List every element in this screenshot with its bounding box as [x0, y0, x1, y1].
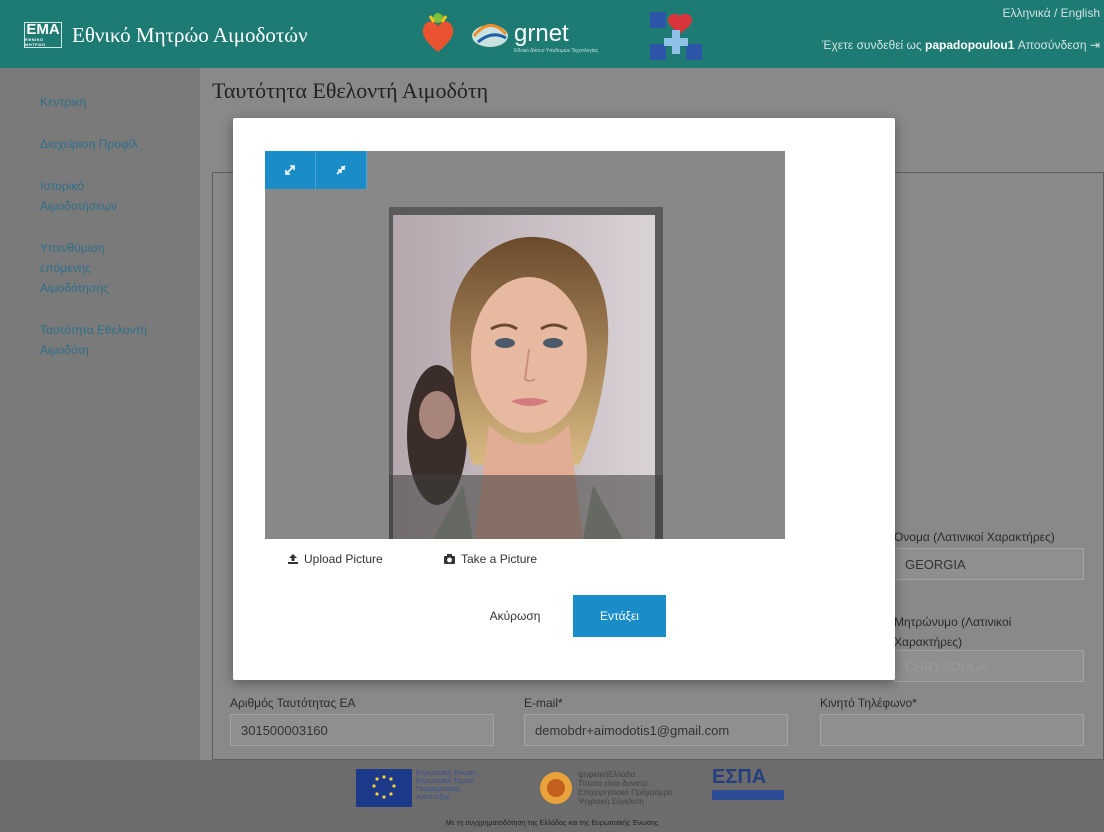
- email-label: E-mail*: [524, 696, 563, 710]
- upload-picture-button[interactable]: Upload Picture: [287, 552, 383, 566]
- mobile-field[interactable]: [820, 714, 1084, 746]
- digital-greece-text: ψηφιακήΕλλάδα Τίποτα είναι δυνατό Επιχει…: [578, 770, 673, 806]
- eu-text: Ευρωπαϊκή Ένωση Ευρωπαϊκό Ταμείο Περιφερ…: [416, 770, 477, 801]
- crop-mask: [389, 475, 663, 539]
- username: papadopoulou1: [925, 38, 1015, 52]
- user-status: Έχετε συνδεθεί ως papadopoulou1 Αποσύνδε…: [822, 38, 1100, 52]
- sidebar: Κεντρική Διαχείριση Προφίλ Ιστορικό Αιμο…: [40, 92, 180, 382]
- ok-button[interactable]: Εντάξει: [573, 595, 666, 637]
- take-picture-button[interactable]: Take a Picture: [443, 552, 537, 566]
- camera-icon: [444, 554, 455, 564]
- app-title: Εθνικό Μητρώο Αιμοδοτών: [72, 22, 308, 47]
- grnet-logo: grnet Εθνικό Δίκτυο Υποδομών Τεχνολογίας: [470, 10, 598, 58]
- language-switch[interactable]: Ελληνικά / English: [1003, 6, 1101, 20]
- shrink-icon: [336, 165, 346, 175]
- mother-name-latin-label: Μητρώνυμο (Λατινικοί Χαρακτήρες): [894, 615, 1012, 649]
- sidebar-item-donor-card[interactable]: Ταυτότητα Εθελοντή Αιμοδότη: [40, 320, 180, 360]
- photo-frame: [389, 207, 663, 539]
- sidebar-item-history[interactable]: Ιστορικό Αιμοδοτήσεων: [40, 176, 180, 216]
- logout-icon[interactable]: ⇥: [1090, 38, 1100, 52]
- first-name-latin-label: Όνομα (Λατινικοί Χαρακτήρες): [894, 530, 1055, 544]
- id-number-field[interactable]: 301500003160: [230, 714, 494, 746]
- eu-flag-logo: [356, 769, 412, 807]
- page-title: Ταυτότητα Εθελοντή Αιμοδότη: [212, 78, 489, 103]
- espa-bar: [712, 790, 784, 800]
- expand-icon: [285, 165, 295, 175]
- grnet-swirl-icon: [472, 24, 508, 47]
- health-cross-logo: [650, 12, 702, 60]
- email-field[interactable]: demobdr+aimodotis1@gmail.com: [524, 714, 788, 746]
- mother-name-latin-field[interactable]: CHRYSOULA: [894, 650, 1084, 682]
- sidebar-item-profile[interactable]: Διαχείριση Προφίλ: [40, 134, 180, 154]
- sidebar-item-reminder[interactable]: Υπενθύμιση επόμενης Αιμοδότησης: [40, 238, 180, 298]
- sidebar-item-home[interactable]: Κεντρική: [40, 92, 180, 112]
- espa-logo: ΕΣΠΑ: [712, 766, 767, 788]
- top-header: EMA ΕΘΝΙΚΟ ΜΗΤΡΩΟ Εθνικό Μητρώο Αιμοδοτών…: [0, 0, 1104, 68]
- brand[interactable]: EMA ΕΘΝΙΚΟ ΜΗΤΡΩΟ Εθνικό Μητρώο Αιμοδοτών: [24, 22, 308, 48]
- image-cropper[interactable]: [265, 151, 785, 539]
- first-name-latin-field[interactable]: GEORGIA: [894, 548, 1084, 580]
- footer-note: Με τη συγχρηματοδότηση της Ελλάδας και τ…: [445, 820, 659, 827]
- mobile-label: Κινητό Τηλέφωνο*: [820, 696, 917, 710]
- cancel-button[interactable]: Ακύρωση: [473, 595, 557, 637]
- ema-logo: EMA ΕΘΝΙΚΟ ΜΗΤΡΩΟ: [24, 22, 62, 48]
- photo-modal: Upload Picture Take a Picture Ακύρωση Εν…: [233, 118, 895, 680]
- photo-actions: Upload Picture Take a Picture: [265, 548, 571, 576]
- digital-greece-logo: [540, 772, 572, 804]
- shrink-button[interactable]: [316, 151, 367, 189]
- upload-icon: [288, 554, 298, 564]
- logout-link[interactable]: Αποσύνδεση: [1018, 38, 1087, 52]
- expand-button[interactable]: [265, 151, 316, 189]
- id-number-label: Αριθμός Ταυτότητας ΕΑ: [230, 696, 356, 710]
- crop-toolbar: [265, 151, 367, 189]
- ekea-heart-logo: [422, 13, 454, 52]
